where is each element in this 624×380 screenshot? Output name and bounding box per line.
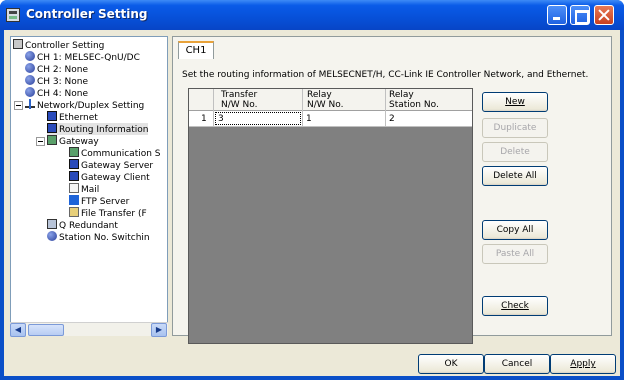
tree-item-gateway-client[interactable]: Gateway Client [69, 171, 150, 183]
collapse-toggle-network[interactable] [14, 101, 23, 110]
header-relay-station: Relay Station No. [389, 90, 439, 110]
minimize-button[interactable] [547, 5, 567, 25]
ftp-icon [69, 195, 79, 205]
file-transfer-icon [69, 207, 79, 217]
client-icon [69, 171, 79, 181]
redundant-icon [47, 219, 57, 229]
tree-item-routing-information[interactable]: Routing Information [47, 123, 149, 135]
tree-item-gateway[interactable]: Gateway [47, 135, 99, 147]
routing-description: Set the routing information of MELSECNET… [182, 70, 589, 80]
cancel-button[interactable]: Cancel [484, 354, 550, 374]
maximize-button[interactable] [570, 5, 590, 25]
apply-button[interactable]: Apply [550, 354, 616, 374]
tree-item-communication[interactable]: Communication S [69, 147, 161, 159]
routing-table[interactable]: Transfer N/W No. Relay N/W No. Relay Statio… [188, 88, 473, 344]
header-relay-nw: Relay N/W No. [307, 90, 344, 110]
controller-setting-window: Controller Setting Controller Setting CH… [0, 0, 624, 380]
routing-icon [47, 123, 57, 133]
ok-button[interactable]: OK [418, 354, 484, 374]
mail-icon [69, 183, 79, 193]
copy-all-button[interactable]: Copy All [482, 220, 548, 240]
window-title: Controller Setting [26, 7, 148, 21]
tree-item-ch2[interactable]: CH 2: None [25, 63, 88, 75]
cell-transfer-nw[interactable]: 3 [218, 114, 224, 124]
collapse-toggle-gateway[interactable] [36, 137, 45, 146]
controller-icon [13, 39, 23, 49]
tree-item-mail[interactable]: Mail [69, 183, 99, 195]
tree-item-station-switching[interactable]: Station No. Switchin [47, 231, 150, 243]
server-icon [69, 159, 79, 169]
scroll-right-button[interactable]: ▶ [151, 323, 167, 337]
cell-focus-rect [215, 112, 301, 125]
tree-item-gateway-server[interactable]: Gateway Server [69, 159, 153, 171]
gateway-icon [47, 135, 57, 145]
table-header: Transfer N/W No. Relay N/W No. Relay Statio… [189, 89, 472, 111]
scroll-thumb[interactable] [28, 324, 64, 336]
tree-item-ch3[interactable]: CH 3: None [25, 75, 88, 87]
communication-icon [69, 147, 79, 157]
tree-item-ethernet[interactable]: Ethernet [47, 111, 98, 123]
close-button[interactable] [594, 5, 614, 25]
settings-tree[interactable]: Controller Setting CH 1: MELSEC-QnU/DC C… [10, 36, 168, 336]
ethernet-icon [47, 111, 57, 121]
station-icon [47, 231, 57, 241]
channel-icon [25, 63, 35, 73]
tree-horizontal-scrollbar[interactable]: ◀ ▶ [10, 322, 168, 337]
dialog-client-area: Controller Setting CH 1: MELSEC-QnU/DC C… [4, 30, 620, 376]
tree-item-ch1[interactable]: CH 1: MELSEC-QnU/DC [25, 51, 140, 63]
tab-ch1[interactable]: CH1 [178, 41, 214, 59]
tree-item-q-redundant[interactable]: Q Redundant [47, 219, 118, 231]
duplicate-button[interactable]: Duplicate [482, 118, 548, 138]
tree-item-ftp-server[interactable]: FTP Server [69, 195, 129, 207]
check-button[interactable]: Check [482, 296, 548, 316]
channel-icon [25, 87, 35, 97]
tree-item-network-duplex[interactable]: Network/Duplex Setting [25, 99, 144, 111]
scroll-left-button[interactable]: ◀ [10, 323, 26, 337]
app-icon [6, 8, 20, 22]
network-icon [25, 99, 35, 109]
channel-icon [25, 51, 35, 61]
cell-relay-nw[interactable]: 1 [306, 114, 312, 124]
tree-item-ch4[interactable]: CH 4: None [25, 87, 88, 99]
delete-button[interactable]: Delete [482, 142, 548, 162]
delete-all-button[interactable]: Delete All [482, 166, 548, 186]
new-button[interactable]: New [482, 92, 548, 112]
row-number: 1 [201, 114, 207, 124]
tree-item-file-transfer[interactable]: File Transfer (F [69, 207, 147, 219]
table-row[interactable]: 1 3 1 2 [189, 111, 472, 127]
cell-relay-station[interactable]: 2 [389, 114, 395, 124]
paste-all-button[interactable]: Paste All [482, 244, 548, 264]
tree-item-controller-setting[interactable]: Controller Setting [13, 39, 104, 51]
channel-icon [25, 75, 35, 85]
title-bar[interactable]: Controller Setting [0, 0, 624, 30]
header-transfer-nw: Transfer N/W No. [221, 90, 258, 110]
